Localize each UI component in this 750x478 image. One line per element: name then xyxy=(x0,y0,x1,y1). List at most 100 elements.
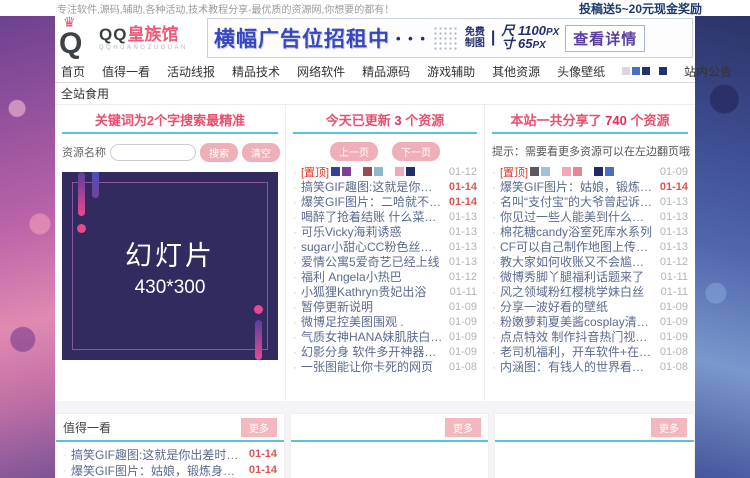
list-item[interactable]: ·小狐狸Kathryn贵妃出浴01-11 xyxy=(293,284,477,299)
list-item[interactable]: ·爆笑GIF图片：姑娘，锻炼身体可以，能不能找01-14 xyxy=(63,462,277,478)
pinned-tag: [置顶] xyxy=(500,164,528,179)
nav-item[interactable]: 网络软件 xyxy=(297,63,345,80)
slideshow-placeholder[interactable]: 幻灯片 430*300 xyxy=(62,172,278,360)
list-item[interactable]: ·你见过一些人能美到什么程度？01-13 xyxy=(492,209,688,224)
site-logo[interactable]: ♛ Q QQ皇族馆 QQHUANGZUGUAN xyxy=(59,19,207,57)
list-item[interactable]: ·粉嫩萝莉夏美酱cosplay清新唯美户外...01-09 xyxy=(492,314,688,329)
total-count: 740 xyxy=(605,113,627,128)
nav-item[interactable]: 精品技术 xyxy=(232,63,280,80)
item-title-link[interactable]: sugar小甜心CC粉色丝袜+性感内衣 xyxy=(301,239,443,254)
next-page-button[interactable]: 下一页 xyxy=(392,142,440,161)
list-item[interactable]: ·爆笑GIF图片：姑娘，锻炼身体可以，...01-14 xyxy=(492,179,688,194)
subnav-item-all[interactable]: 全站食用 xyxy=(61,85,109,102)
list-item[interactable]: ·福利 Angela小热巴01-12 xyxy=(293,269,477,284)
item-title-link[interactable]: 名叫“支付宝”的大爷曾起诉马云，现... xyxy=(500,194,654,209)
item-title-link[interactable]: 爆笑GIF图片：二哈就不能有少女心？ xyxy=(301,194,443,209)
item-title-link[interactable]: 粉嫩萝莉夏美酱cosplay清新唯美户外... xyxy=(500,314,654,329)
list-item[interactable]: ·CF可以自己制作地图上传玩耍了01-13 xyxy=(492,239,688,254)
total-panel-title: 本站一共分享了 740 个资源 xyxy=(492,110,688,132)
item-date: 01-13 xyxy=(449,256,477,268)
page-container: ♛ Q QQ皇族馆 QQHUANGZUGUAN 横幅广告位招租中 • • • 免… xyxy=(55,16,695,478)
item-title-link[interactable]: 幻影分身 软件多开神器可修改定位 xyxy=(301,344,443,359)
list-item[interactable]: ·爱情公寓5爱奇艺已经上线01-13 xyxy=(293,254,477,269)
item-title-link[interactable]: CF可以自己制作地图上传玩耍了 xyxy=(500,239,654,254)
item-date: 01-13 xyxy=(660,211,688,223)
item-title-link[interactable]: 可乐Vicky海莉诱惑 xyxy=(301,224,443,239)
item-title-link[interactable]: 风之领域粉红樱桃学妹白丝 xyxy=(500,284,655,299)
item-title-link[interactable]: 福利 Angela小热巴 xyxy=(301,269,443,284)
list-item[interactable]: ·点点特效 制作抖音热门视频神器01-09 xyxy=(492,329,688,344)
nav-item-announcements[interactable]: 站内公告 xyxy=(684,63,732,80)
more-button[interactable]: 更多 xyxy=(445,418,481,437)
resource-search-input[interactable] xyxy=(110,144,196,161)
list-item[interactable]: ·搞笑GIF趣图:这就是你出差时，你老婆在家的01-14 xyxy=(63,446,277,462)
top-strip: 专注软件,源码,辅助,各种活动,技术教程分享-最优质的资源网,你想要的都有！ 投… xyxy=(0,0,750,16)
list-item[interactable]: ·风之领域粉红樱桃学妹白丝01-11 xyxy=(492,284,688,299)
item-title-link[interactable]: 暂停更新说明 xyxy=(301,299,443,314)
list-item[interactable]: ·内涵图：有钱人的世界看不懂01-08 xyxy=(492,359,688,374)
bullet-icon: · xyxy=(492,270,496,284)
clear-button[interactable]: 清空 xyxy=(242,143,280,162)
item-title-link[interactable]: 喝醉了抢着结账 什么菜需要15万 xyxy=(301,209,443,224)
nav-item[interactable]: 值得一看 xyxy=(102,63,150,80)
view-details-button[interactable]: 查看详情 xyxy=(565,25,645,52)
bullet-icon: · xyxy=(293,210,297,224)
list-item[interactable]: ·名叫“支付宝”的大爷曾起诉马云，现...01-13 xyxy=(492,194,688,209)
item-title-link[interactable]: 爆笑GIF图片：姑娘，锻炼身体可以，能不能找 xyxy=(71,462,243,478)
deco-dot-icon xyxy=(77,224,86,233)
list-item[interactable]: ·[置顶]01-12 xyxy=(293,164,477,179)
nav-item[interactable]: 头像壁纸 xyxy=(557,63,605,80)
item-title-link[interactable]: 点点特效 制作抖音热门视频神器 xyxy=(500,329,654,344)
nav-item[interactable]: 精品源码 xyxy=(362,63,410,80)
list-item[interactable]: ·分享一波好看的壁纸01-09 xyxy=(492,299,688,314)
more-button[interactable]: 更多 xyxy=(241,418,277,437)
list-item[interactable]: ·老司机福利，开车软件+在线地址01-08 xyxy=(492,344,688,359)
list-item[interactable]: ·教大家如何收账又不会尴尬的套路01-12 xyxy=(492,254,688,269)
list-item[interactable]: ·喝醉了抢着结账 什么菜需要15万01-13 xyxy=(293,209,477,224)
item-title-link[interactable]: 搞笑GIF趣图:这就是你出差时，你老婆... xyxy=(301,179,443,194)
item-title-link[interactable]: 内涵图：有钱人的世界看不懂 xyxy=(500,359,654,374)
item-title-link[interactable]: 你见过一些人能美到什么程度？ xyxy=(500,209,654,224)
item-title-link[interactable]: 微博足控美图围观 . xyxy=(301,314,443,329)
item-title-link[interactable]: 爱情公寓5爱奇艺已经上线 xyxy=(301,254,443,269)
list-item[interactable]: ·微博秀脚丫腿福利话题来了01-11 xyxy=(492,269,688,284)
list-item[interactable]: ·一张图能让你卡死的网页01-08 xyxy=(293,359,477,374)
item-title-link[interactable]: 小狐狸Kathryn贵妃出浴 xyxy=(301,284,444,299)
prev-page-button[interactable]: 上一页 xyxy=(330,142,378,161)
item-title-link[interactable]: 棉花糖candy浴室死库水系列 xyxy=(500,224,654,239)
list-item[interactable]: ·sugar小甜心CC粉色丝袜+性感内衣01-13 xyxy=(293,239,477,254)
item-title-link[interactable]: 搞笑GIF趣图:这就是你出差时，你老婆在家的 xyxy=(71,446,243,462)
bullet-icon: · xyxy=(492,315,496,329)
search-button[interactable]: 搜索 xyxy=(200,143,238,162)
item-title-link[interactable]: 气质女神HANA妹肌肤白皙居家撩人性... xyxy=(301,329,443,344)
nav-item[interactable]: 首页 xyxy=(61,63,85,80)
nav-item[interactable]: 活动线报 xyxy=(167,63,215,80)
item-title-link[interactable]: 分享一波好看的壁纸 xyxy=(500,299,654,314)
list-item[interactable]: ·幻影分身 软件多开神器可修改定位01-09 xyxy=(293,344,477,359)
list-item[interactable]: ·暂停更新说明01-09 xyxy=(293,299,477,314)
list-item[interactable]: ·可乐Vicky海莉诱惑01-13 xyxy=(293,224,477,239)
main-panel: 关键词为2个字搜索最精准 资源名称 搜索 清空 幻灯片 430*300 xyxy=(55,105,695,401)
ad-banner[interactable]: 横幅广告位招租中 • • • 免费 制图 | 尺 1100PX 寸 65PX 查… xyxy=(207,18,693,58)
more-button[interactable]: 更多 xyxy=(651,418,687,437)
item-title-link[interactable]: 一张图能让你卡死的网页 xyxy=(301,359,443,374)
item-title-link[interactable]: 教大家如何收账又不会尴尬的套路 xyxy=(500,254,654,269)
submission-promo[interactable]: 投稿送5~20元现金奖励 xyxy=(579,0,702,17)
item-title-link[interactable]: 老司机福利，开车软件+在线地址 xyxy=(500,344,654,359)
list-item[interactable]: ·棉花糖candy浴室死库水系列01-13 xyxy=(492,224,688,239)
nav-item[interactable]: 游戏辅助 xyxy=(427,63,475,80)
item-title-link[interactable]: 爆笑GIF图片：姑娘，锻炼身体可以，... xyxy=(500,179,654,194)
item-title-link[interactable]: 微博秀脚丫腿福利话题来了 xyxy=(500,269,655,284)
list-item[interactable]: ·搞笑GIF趣图:这就是你出差时，你老婆...01-14 xyxy=(293,179,477,194)
list-item[interactable]: ·爆笑GIF图片：二哈就不能有少女心？01-14 xyxy=(293,194,477,209)
item-date: 01-09 xyxy=(449,316,477,328)
list-item[interactable]: ·气质女神HANA妹肌肤白皙居家撩人性...01-09 xyxy=(293,329,477,344)
list-item[interactable]: ·微博足控美图围观 .01-09 xyxy=(293,314,477,329)
list-item[interactable]: ·[置顶]01-09 xyxy=(492,164,688,179)
item-date: 01-08 xyxy=(660,346,688,358)
subnav: 全站食用 xyxy=(55,83,695,105)
item-date: 01-12 xyxy=(449,271,477,283)
nav-item[interactable]: 其他资源 xyxy=(492,63,540,80)
bullet-icon: · xyxy=(293,300,297,314)
nav-styled-blocks[interactable] xyxy=(622,67,667,75)
